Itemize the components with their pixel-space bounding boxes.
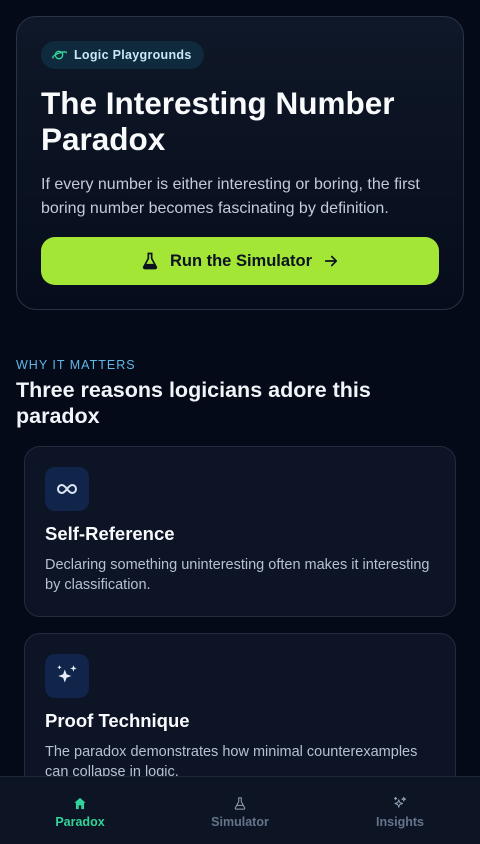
nav-item-simulator[interactable]: Simulator: [160, 777, 320, 829]
sparkles-icon: [393, 796, 407, 808]
hero-subtitle: If every number is either interesting or…: [41, 176, 420, 217]
nav-label: Simulator: [211, 815, 269, 829]
home-icon: [74, 797, 86, 810]
section-eyebrow: WHY IT MATTERS: [16, 358, 136, 372]
flask-icon: [142, 252, 158, 270]
planet-icon: [52, 50, 67, 60]
flask-icon: [234, 797, 246, 810]
bottom-navigation: Paradox Simulator Insights: [0, 776, 480, 844]
feature-icon-box: [45, 467, 89, 511]
category-badge: Logic Playgrounds: [41, 41, 204, 69]
section-title: Three reasons logicians adore this parad…: [16, 378, 371, 428]
run-simulator-button[interactable]: Run the Simulator: [41, 237, 439, 285]
feature-icon-box: [45, 654, 89, 698]
run-simulator-label: Run the Simulator: [169, 251, 313, 270]
feature-title: Self-Reference: [45, 523, 175, 544]
feature-card-self-reference: Self-Reference Declaring something unint…: [24, 446, 456, 617]
nav-item-insights[interactable]: Insights: [320, 777, 480, 829]
nav-item-paradox[interactable]: Paradox: [0, 777, 160, 829]
arrow-right-icon: [324, 255, 338, 267]
badge-label: Logic Playgrounds: [74, 48, 192, 62]
nav-label: Paradox: [55, 815, 105, 829]
app-screen: Logic Playgrounds The Interesting Number…: [0, 0, 480, 844]
infinity-icon: [56, 483, 78, 495]
hero-card: Logic Playgrounds The Interesting Number…: [16, 16, 464, 310]
sparkles-icon: [57, 665, 77, 683]
feature-title: Proof Technique: [45, 710, 190, 731]
nav-label: Insights: [376, 815, 424, 829]
feature-description: Declaring something uninteresting often …: [45, 557, 430, 593]
page-title: The Interesting Number Paradox: [41, 85, 395, 157]
